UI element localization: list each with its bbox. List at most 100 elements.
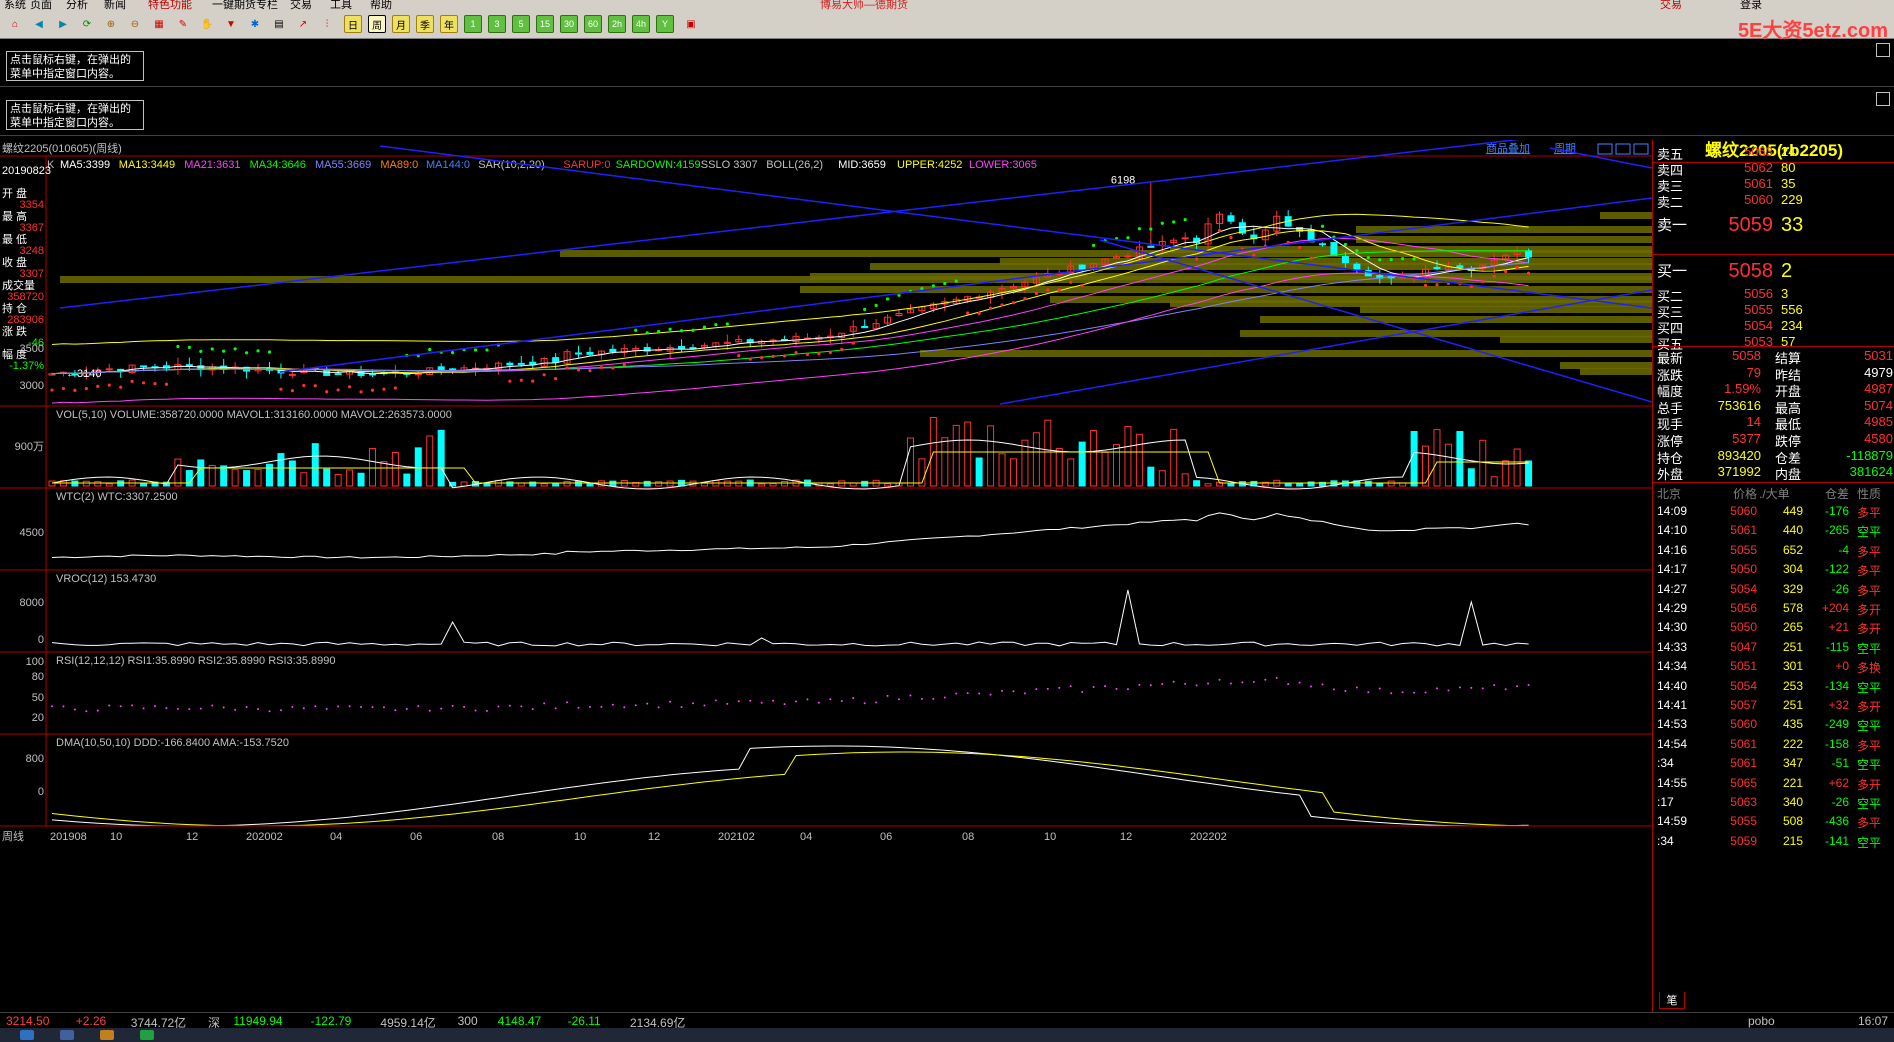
period-month-button[interactable]: 月: [392, 15, 410, 33]
rsi-dot: [543, 702, 546, 705]
info-window-2[interactable]: 点击鼠标右键，在弹出的菜单中指定窗口内容。: [0, 88, 1894, 136]
period-60m-button[interactable]: 60: [584, 15, 602, 33]
volume-bar: [483, 482, 491, 487]
volume-bar: [1376, 483, 1384, 487]
menu-item-features[interactable]: 特色功能: [148, 0, 192, 10]
menu-item-analysis[interactable]: 分析: [66, 0, 88, 10]
rsi-dot: [1367, 691, 1370, 694]
tick-volume: 253: [1782, 678, 1803, 693]
sar-dot: [473, 348, 478, 352]
rsi-dot: [348, 705, 351, 708]
period-quarter-button[interactable]: 季: [416, 15, 434, 33]
axis-tick: 900万: [15, 441, 44, 453]
info-window-1[interactable]: 点击鼠标右键，在弹出的菜单中指定窗口内容。: [0, 39, 1894, 87]
line-chart-icon[interactable]: ↗: [294, 15, 312, 33]
period-custom-button[interactable]: Y: [656, 15, 674, 33]
volume-bar: [311, 443, 319, 487]
volume-bar: [288, 460, 296, 487]
rsi-dot: [188, 708, 191, 711]
stat-value: -118879: [1846, 447, 1893, 463]
settings-icon[interactable]: ✱: [246, 15, 264, 33]
period-1m-button[interactable]: 1: [464, 15, 482, 33]
period-week-button[interactable]: 周: [368, 15, 386, 33]
wtc-line: [51, 512, 1529, 559]
app-icon[interactable]: [140, 1030, 154, 1040]
period-day-button[interactable]: 日: [344, 15, 362, 33]
refresh-icon[interactable]: ⟳: [78, 15, 96, 33]
menu-item-trade[interactable]: 交易: [290, 0, 312, 10]
stat-value: 5074: [1864, 397, 1893, 413]
rsi-dot: [394, 709, 397, 712]
candle-body: [689, 347, 697, 350]
rsi-dot: [1218, 678, 1221, 681]
indicator-value: MID:3659: [838, 159, 886, 171]
bid-volume: 556: [1781, 302, 1803, 317]
app-icon[interactable]: [60, 1030, 74, 1040]
stat-label: 外盘: [1657, 467, 1684, 483]
menu-item-page[interactable]: 页面: [30, 0, 52, 10]
sar-dot: [885, 297, 890, 301]
sar-dot: [657, 329, 661, 334]
period-15m-button[interactable]: 15: [536, 15, 554, 33]
draw-icon[interactable]: ✎: [174, 15, 192, 33]
rsi-dot: [405, 707, 408, 710]
indicator-value: MA144:0: [426, 159, 470, 171]
sar-dot: [313, 384, 317, 388]
volume-bar: [1296, 482, 1304, 487]
table-icon[interactable]: ▤: [270, 15, 288, 33]
back-icon[interactable]: ◀: [30, 15, 48, 33]
tick-oi-change: -4: [1838, 542, 1849, 557]
period-30m-button[interactable]: 30: [560, 15, 578, 33]
clock: 16:07: [1858, 1014, 1889, 1028]
start-icon[interactable]: [20, 1030, 34, 1040]
rsi-dot: [875, 701, 878, 704]
candle-body: [1525, 250, 1533, 258]
kline-icon[interactable]: ⫶: [318, 15, 336, 33]
period-5m-button[interactable]: 5: [512, 15, 530, 33]
tick-time: 14:33: [1657, 639, 1688, 654]
tick-volume: 435: [1782, 717, 1803, 732]
window-icon: [1597, 143, 1613, 155]
trade-button[interactable]: 交易: [1660, 0, 1682, 10]
window-toggle-icon[interactable]: [1876, 92, 1890, 106]
cursor-icon[interactable]: ✋: [198, 15, 216, 33]
volume-bar: [231, 469, 239, 487]
sar-dot: [874, 303, 878, 307]
zoom-out-icon[interactable]: ⊖: [126, 15, 144, 33]
rsi-dot: [1424, 691, 1427, 694]
period-3m-button[interactable]: 3: [488, 15, 506, 33]
app-icon[interactable]: [100, 1030, 114, 1040]
tab-ticks[interactable]: 笔: [1659, 992, 1685, 1009]
login-button[interactable]: 登录: [1740, 0, 1762, 10]
window-toggle-icon[interactable]: [1876, 43, 1890, 57]
sar-dot: [1343, 242, 1348, 247]
tick-nature: 多平: [1857, 583, 1882, 598]
axis-tick: 4500: [20, 527, 44, 539]
volume-bar: [197, 459, 205, 487]
tick-volume: 449: [1782, 504, 1803, 518]
rsi-dot: [165, 707, 168, 710]
tick-price: 5056: [1730, 601, 1757, 615]
filter-icon[interactable]: ▼: [222, 15, 240, 33]
indicator-value: SARUP:0: [563, 159, 610, 171]
rsi-dot: [1435, 687, 1438, 690]
ask-price: 5063: [1744, 144, 1773, 159]
tick-oi-change: +32: [1828, 698, 1849, 712]
volume-profile-bar: [1360, 306, 1652, 313]
forward-icon[interactable]: ▶: [54, 15, 72, 33]
kline-chart[interactable]: 螺纹2205(010605)(周线)K MA5:3399 MA13:3449 MA21…: [0, 140, 1652, 1012]
calc-icon[interactable]: ▣: [682, 15, 700, 33]
menu-item-help[interactable]: 帮助: [370, 0, 392, 10]
menu-item-news[interactable]: 新闻: [104, 0, 126, 10]
period-2h-button[interactable]: 2h: [608, 15, 626, 33]
menu-item-tools[interactable]: 工具: [330, 0, 352, 10]
menu-item-system[interactable]: 系统: [4, 0, 26, 10]
sar-dot: [1046, 288, 1050, 292]
period-4h-button[interactable]: 4h: [632, 15, 650, 33]
home-icon[interactable]: ⌂: [6, 15, 24, 33]
menu-item-futures[interactable]: 一键期货专栏: [212, 0, 278, 10]
layout-icon[interactable]: ▦: [150, 15, 168, 33]
period-year-button[interactable]: 年: [440, 15, 458, 33]
zoom-in-icon[interactable]: ⊕: [102, 15, 120, 33]
sar-dot: [130, 379, 134, 383]
